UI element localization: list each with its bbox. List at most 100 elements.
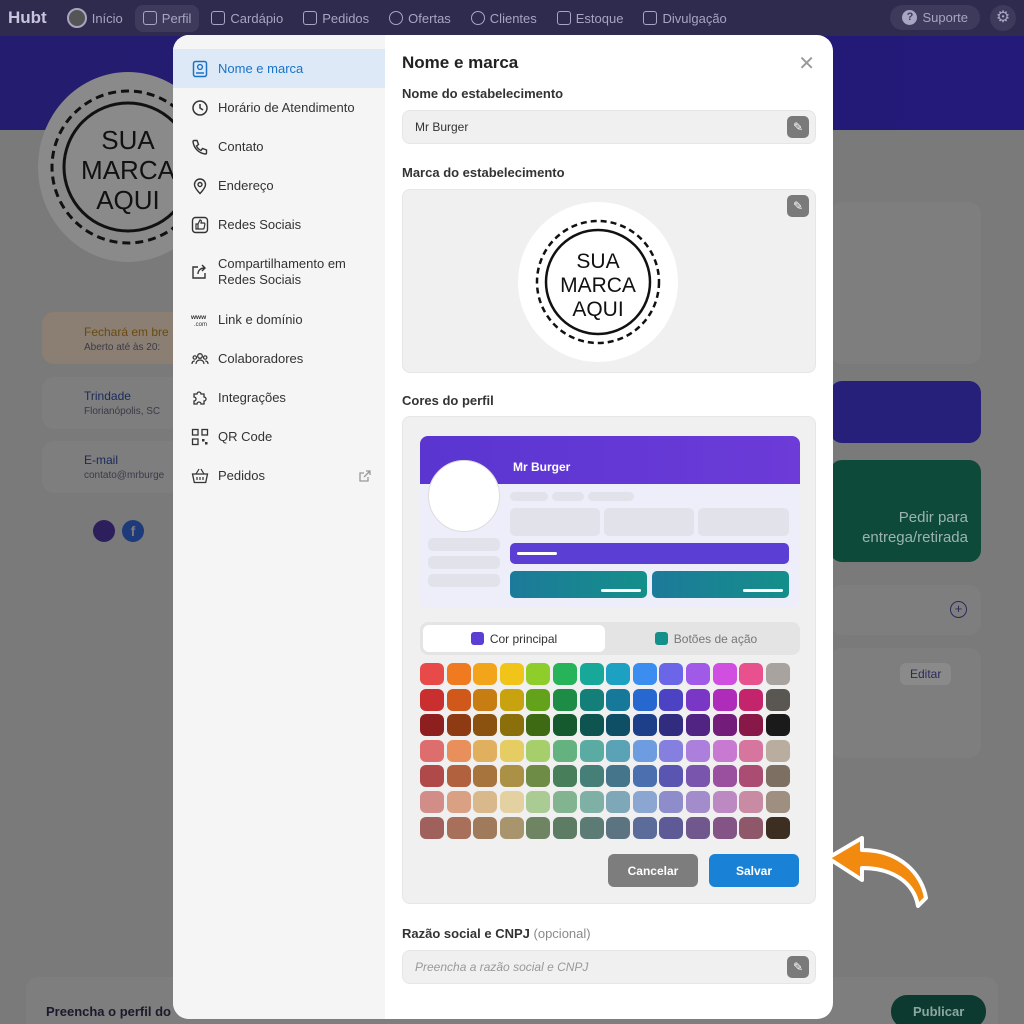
color-swatch[interactable] [659, 790, 684, 813]
color-swatch[interactable] [420, 790, 444, 813]
color-swatch[interactable] [685, 816, 710, 839]
color-swatch[interactable] [446, 714, 471, 737]
color-swatch[interactable] [499, 688, 524, 711]
color-swatch[interactable] [579, 714, 604, 737]
color-swatch[interactable] [446, 663, 471, 685]
color-swatch[interactable] [765, 790, 790, 813]
nav-cardapio[interactable]: Cardápio [203, 5, 291, 32]
color-swatch[interactable] [765, 816, 790, 839]
color-swatch[interactable] [659, 688, 684, 711]
color-swatch[interactable] [552, 663, 577, 685]
publicar-button[interactable]: Publicar [891, 995, 987, 1024]
color-swatch[interactable] [606, 816, 631, 839]
nav-perfil[interactable]: Perfil [134, 4, 200, 32]
color-swatch[interactable] [739, 739, 764, 762]
color-swatch[interactable] [579, 790, 604, 813]
color-swatch[interactable] [420, 765, 444, 788]
sidebar-item-pedidos[interactable]: Pedidos [173, 456, 385, 495]
color-swatch[interactable] [765, 739, 790, 762]
color-swatch[interactable] [552, 790, 577, 813]
color-swatch[interactable] [606, 790, 631, 813]
color-swatch[interactable] [579, 816, 604, 839]
color-swatch[interactable] [473, 688, 498, 711]
color-swatch[interactable] [499, 663, 524, 685]
nav-clientes[interactable]: Clientes [463, 5, 545, 32]
color-swatch[interactable] [765, 714, 790, 737]
color-swatch[interactable] [659, 663, 684, 685]
sidebar-item-horario[interactable]: Horário de Atendimento [173, 88, 385, 127]
plus-icon[interactable]: + [950, 601, 967, 618]
gear-icon[interactable]: ⚙ [990, 5, 1016, 31]
color-swatch[interactable] [579, 663, 604, 685]
color-swatch[interactable] [446, 739, 471, 762]
color-swatch[interactable] [765, 765, 790, 788]
color-swatch[interactable] [632, 714, 657, 737]
color-swatch[interactable] [446, 765, 471, 788]
color-swatch[interactable] [712, 790, 737, 813]
color-swatch[interactable] [659, 739, 684, 762]
color-swatch[interactable] [685, 739, 710, 762]
color-swatch[interactable] [420, 688, 444, 711]
editar-button[interactable]: Editar [900, 663, 952, 685]
color-swatch[interactable] [552, 816, 577, 839]
color-swatch[interactable] [526, 688, 551, 711]
color-swatch[interactable] [632, 765, 657, 788]
cover-image-card[interactable] [830, 202, 981, 364]
color-swatch[interactable] [526, 739, 551, 762]
color-swatch[interactable] [632, 739, 657, 762]
color-swatch[interactable] [765, 663, 790, 685]
color-swatch[interactable] [739, 688, 764, 711]
color-swatch[interactable] [659, 714, 684, 737]
color-swatch[interactable] [606, 714, 631, 737]
color-swatch[interactable] [526, 714, 551, 737]
sidebar-item-integracoes[interactable]: Integrações [173, 378, 385, 417]
color-swatch[interactable] [712, 688, 737, 711]
save-button[interactable]: Salvar [709, 854, 799, 887]
color-swatch[interactable] [473, 790, 498, 813]
color-swatch[interactable] [526, 790, 551, 813]
tab-botoes-acao[interactable]: Botões de ação [615, 625, 797, 652]
color-swatch[interactable] [739, 790, 764, 813]
color-swatch[interactable] [473, 765, 498, 788]
sidebar-item-qr-code[interactable]: QR Code [173, 417, 385, 456]
razao-field[interactable]: Preencha a razão social e CNPJ ✎ [402, 950, 816, 984]
color-swatch[interactable] [632, 790, 657, 813]
color-swatch[interactable] [712, 739, 737, 762]
color-swatch[interactable] [526, 663, 551, 685]
color-swatch[interactable] [446, 790, 471, 813]
facebook-icon[interactable]: f [122, 520, 144, 542]
color-swatch[interactable] [606, 663, 631, 685]
color-swatch[interactable] [499, 765, 524, 788]
nav-pedidos[interactable]: Pedidos [295, 5, 377, 32]
color-swatch[interactable] [579, 765, 604, 788]
sidebar-item-link-dominio[interactable]: www .com Link e domínio [173, 300, 385, 339]
color-swatch[interactable] [712, 663, 737, 685]
marca-upload-box[interactable]: ✎ SUA MARCA AQUI [402, 189, 816, 373]
color-swatch[interactable] [499, 714, 524, 737]
color-swatch[interactable] [685, 663, 710, 685]
tab-cor-principal[interactable]: Cor principal [423, 625, 605, 652]
color-swatch[interactable] [606, 765, 631, 788]
color-swatch[interactable] [685, 790, 710, 813]
color-swatch[interactable] [420, 714, 444, 737]
color-swatch[interactable] [499, 790, 524, 813]
color-swatch[interactable] [446, 688, 471, 711]
color-swatch[interactable] [473, 714, 498, 737]
color-swatch[interactable] [739, 714, 764, 737]
color-swatch[interactable] [685, 714, 710, 737]
sidebar-item-redes-sociais[interactable]: Redes Sociais [173, 205, 385, 244]
nome-field[interactable]: Mr Burger ✎ [402, 110, 816, 144]
color-swatch[interactable] [446, 816, 471, 839]
suporte-button[interactable]: ? Suporte [890, 5, 980, 30]
instagram-icon[interactable] [93, 520, 115, 542]
color-swatch[interactable] [659, 765, 684, 788]
color-swatch[interactable] [552, 765, 577, 788]
color-swatch[interactable] [632, 816, 657, 839]
color-swatch[interactable] [420, 739, 444, 762]
color-swatch[interactable] [473, 816, 498, 839]
color-swatch[interactable] [685, 765, 710, 788]
color-swatch[interactable] [499, 739, 524, 762]
nav-estoque[interactable]: Estoque [549, 5, 632, 32]
nav-inicio[interactable]: Início [59, 2, 131, 34]
color-swatch[interactable] [606, 688, 631, 711]
